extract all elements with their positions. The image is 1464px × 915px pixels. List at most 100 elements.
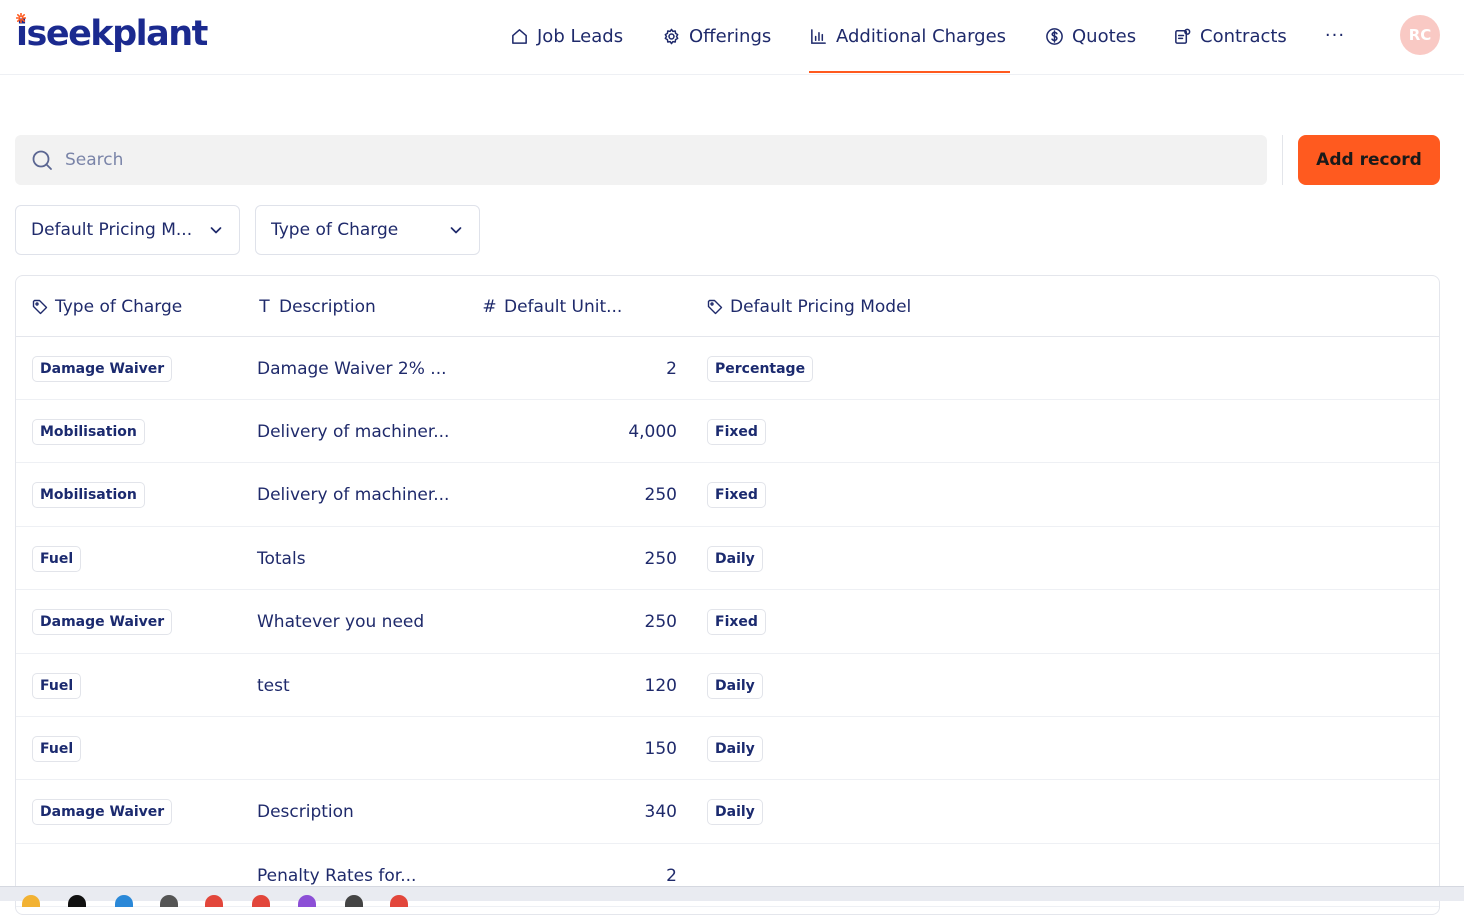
dollar-icon	[1046, 28, 1063, 45]
code-editor-icon[interactable]	[115, 895, 133, 907]
cell-type-of-charge: Damage Waiver	[32, 781, 173, 844]
app-icon[interactable]	[345, 895, 363, 907]
nav-contracts-label: Contracts	[1200, 26, 1287, 47]
app-icon[interactable]	[298, 895, 316, 907]
search-input[interactable]	[65, 150, 1215, 170]
table-row[interactable]: Mobilisation Delivery of machiner... 4,000…	[16, 400, 1439, 464]
cell-pricing-model: Fixed	[707, 591, 766, 654]
cell-type-of-charge: Damage Waiver	[32, 337, 173, 400]
cell-description: Description	[257, 802, 354, 823]
nav-contracts[interactable]: Contracts	[1173, 0, 1287, 73]
gear-icon	[664, 28, 679, 45]
chevron-down-icon	[450, 227, 462, 234]
column-header-type-of-charge[interactable]: Type of Charge	[32, 276, 182, 337]
table-header: Type of Charge T Description # Default U…	[16, 276, 1439, 337]
os-taskbar	[0, 886, 1464, 907]
type-of-charge-tag[interactable]: Mobilisation	[32, 418, 145, 445]
search-bar[interactable]	[15, 135, 1267, 185]
column-header-label: Default Pricing Model	[730, 296, 912, 317]
tag-icon	[707, 299, 723, 314]
search-icon	[32, 150, 52, 170]
type-of-charge-tag[interactable]: Fuel	[32, 735, 82, 762]
browser-icon[interactable]	[252, 895, 270, 907]
table-row[interactable]: Fuel Totals 250 Daily	[16, 527, 1439, 591]
pricing-model-tag[interactable]: Daily	[707, 799, 763, 826]
table-row[interactable]: Fuel test 120 Daily	[16, 654, 1439, 717]
column-header-label: Default Unit...	[504, 296, 623, 317]
cell-type-of-charge: Fuel	[32, 527, 82, 590]
type-of-charge-tag[interactable]: Mobilisation	[32, 482, 145, 509]
add-record-button[interactable]: Add record	[1298, 135, 1440, 185]
nav-job-leads-label: Job Leads	[537, 26, 624, 47]
nav-quotes-label: Quotes	[1072, 26, 1137, 47]
tag-icon	[32, 299, 48, 314]
app-icon[interactable]	[68, 895, 86, 907]
cell-pricing-model: Percentage	[707, 337, 814, 400]
user-avatar[interactable]: RC	[1400, 15, 1440, 55]
browser-icon[interactable]	[390, 895, 408, 907]
nav-offerings[interactable]: Offerings	[662, 0, 771, 73]
column-header-pricing-model[interactable]: Default Pricing Model	[707, 276, 911, 337]
pricing-model-filter[interactable]: Default Pricing M...	[15, 205, 240, 255]
table-row[interactable]: Damage Waiver Description 340 Daily	[16, 781, 1439, 844]
cell-default-unit: 250	[644, 612, 677, 633]
pricing-model-tag[interactable]: Daily	[707, 545, 763, 572]
toolbar-divider	[1282, 135, 1283, 185]
cell-pricing-model: Fixed	[707, 464, 766, 527]
column-header-description[interactable]: T Description	[257, 276, 376, 337]
brand-logo[interactable]: iseekplant	[16, 12, 208, 56]
more-menu-button[interactable]: ···	[1318, 22, 1352, 48]
cell-default-unit: 4,000	[628, 421, 677, 442]
type-of-charge-tag[interactable]: Fuel	[32, 545, 82, 572]
column-header-label: Description	[279, 296, 376, 317]
chevron-down-icon	[210, 227, 222, 234]
type-of-charge-filter-label: Type of Charge	[271, 220, 399, 240]
pricing-model-tag[interactable]: Fixed	[707, 482, 766, 509]
top-header: iseekplant Job Leads Offerings Additiona…	[0, 0, 1464, 75]
cell-default-unit: 2	[666, 358, 677, 379]
cell-description: test	[257, 675, 290, 696]
type-of-charge-tag[interactable]: Damage Waiver	[32, 355, 173, 382]
table-row[interactable]: Damage Waiver Whatever you need 250 Fixed	[16, 591, 1439, 654]
home-icon	[512, 29, 527, 44]
pricing-model-tag[interactable]: Percentage	[707, 355, 814, 382]
logo-text: iseekplant	[16, 14, 208, 54]
pricing-model-tag[interactable]: Fixed	[707, 609, 766, 636]
nav-quotes[interactable]: Quotes	[1045, 0, 1136, 73]
cell-pricing-model: Daily	[707, 717, 763, 780]
type-of-charge-tag[interactable]: Damage Waiver	[32, 609, 173, 636]
type-of-charge-tag[interactable]: Fuel	[32, 672, 82, 699]
cell-description: Delivery of machiner...	[257, 485, 450, 506]
table-row[interactable]: Fuel 150 Daily	[16, 717, 1439, 781]
logo-spark-icon	[16, 13, 26, 23]
browser-icon[interactable]	[205, 895, 223, 907]
table-row[interactable]: Damage Waiver Damage Waiver 2% ... 2 Percen…	[16, 337, 1439, 400]
folder-icon[interactable]	[22, 895, 40, 907]
cell-description: Whatever you need	[257, 612, 425, 633]
pricing-model-tag[interactable]: Daily	[707, 735, 763, 762]
column-header-label: Type of Charge	[55, 296, 183, 317]
type-of-charge-tag[interactable]: Damage Waiver	[32, 799, 173, 826]
cell-description: Totals	[257, 548, 306, 569]
type-of-charge-filter[interactable]: Type of Charge	[255, 205, 480, 255]
cell-default-unit: 340	[644, 802, 677, 823]
terminal-icon[interactable]	[160, 895, 178, 907]
cell-type-of-charge: Damage Waiver	[32, 591, 173, 654]
cell-default-unit: 150	[644, 738, 677, 759]
cell-default-unit: 250	[644, 485, 677, 506]
cell-type-of-charge: Mobilisation	[32, 400, 145, 463]
pricing-model-tag[interactable]: Fixed	[707, 418, 766, 445]
chart-icon	[811, 29, 826, 44]
cell-pricing-model: Daily	[707, 654, 763, 717]
nav-additional-charges-label: Additional Charges	[836, 26, 1007, 47]
table-row[interactable]: Mobilisation Delivery of machiner... 250 Fi…	[16, 464, 1439, 527]
pricing-model-tag[interactable]: Daily	[707, 672, 763, 699]
cell-description: Damage Waiver 2% ...	[257, 358, 447, 379]
cell-default-unit: 120	[644, 675, 677, 696]
nav-job-leads[interactable]: Job Leads	[510, 0, 623, 73]
cell-type-of-charge: Fuel	[32, 717, 82, 780]
column-header-default-unit[interactable]: # Default Unit...	[482, 276, 622, 337]
cell-description: Delivery of machiner...	[257, 421, 450, 442]
nav-additional-charges[interactable]: Additional Charges	[809, 0, 1010, 73]
cell-type-of-charge: Mobilisation	[32, 464, 145, 527]
